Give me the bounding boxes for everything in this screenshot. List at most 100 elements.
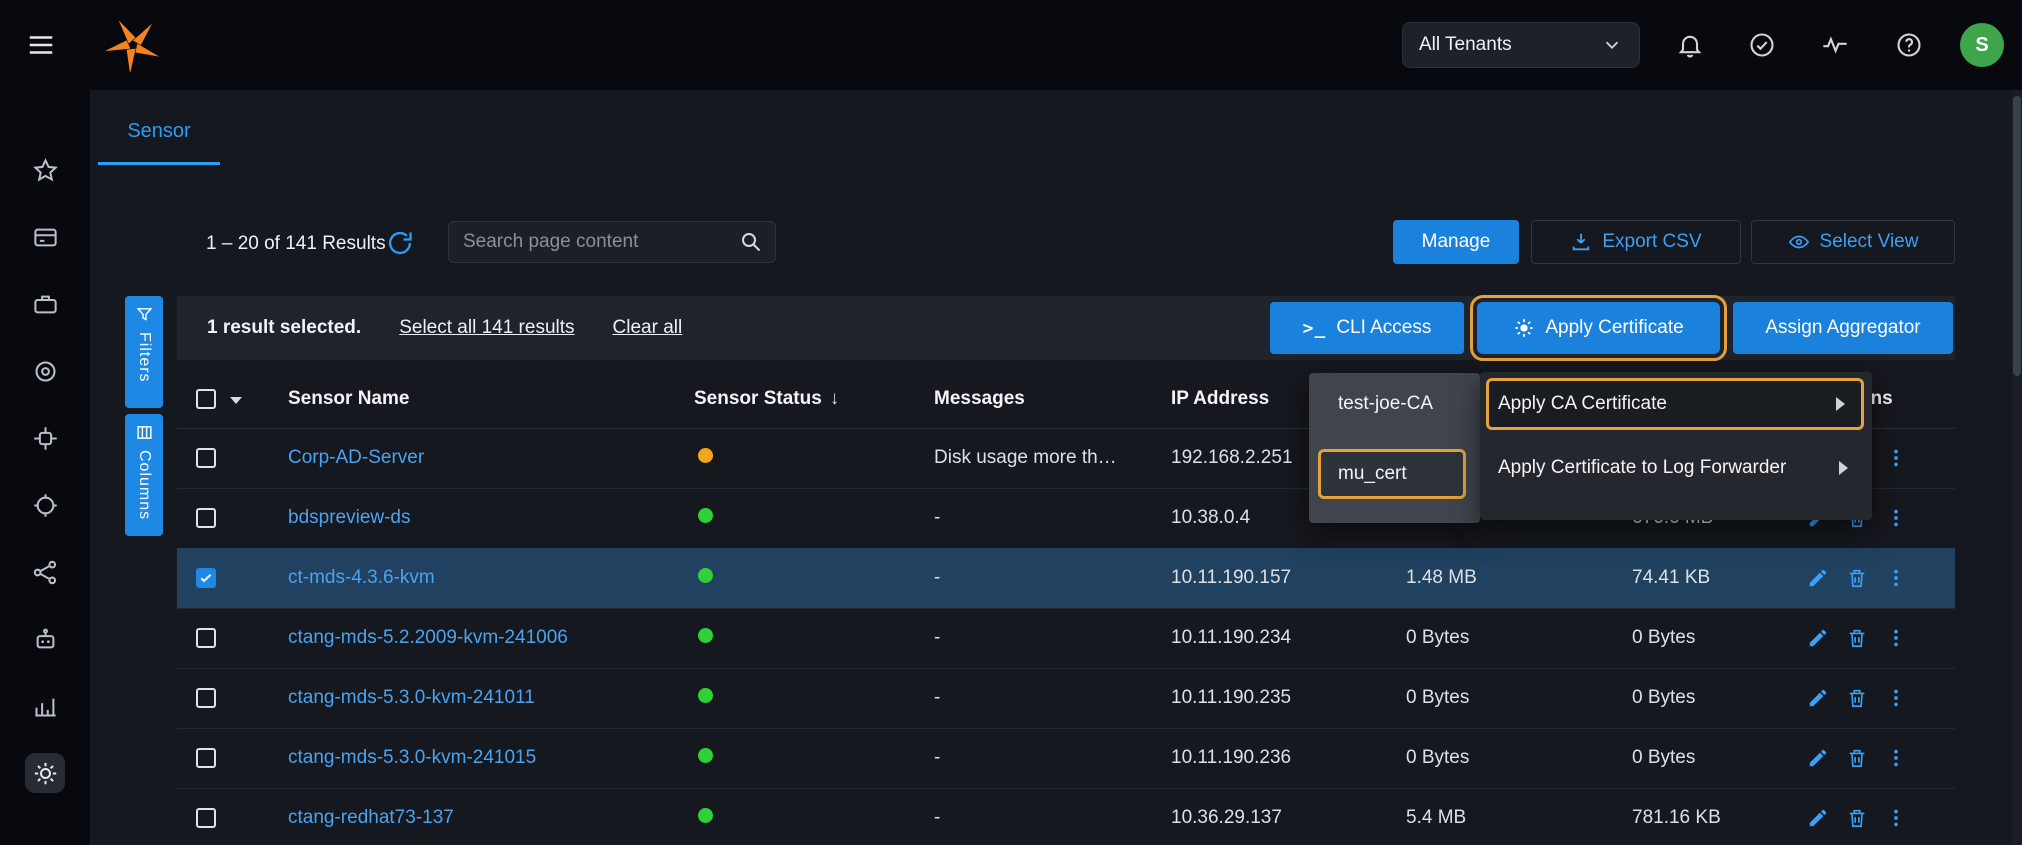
delete-icon[interactable] [1845, 806, 1869, 830]
eye-icon [1788, 231, 1810, 253]
select-all-checkbox[interactable] [196, 389, 216, 409]
assign-aggregator-label: Assign Aggregator [1765, 317, 1920, 339]
ip-cell: 10.11.190.234 [1171, 627, 1291, 649]
menu-icon[interactable] [22, 27, 60, 63]
delete-icon[interactable] [1845, 566, 1869, 590]
sensor-name-link[interactable]: ctang-mds-5.3.0-kvm-241015 [288, 747, 536, 769]
more-actions-icon[interactable] [1884, 446, 1908, 470]
sensor-name-link[interactable]: ctang-mds-5.3.0-kvm-241011 [288, 687, 535, 709]
health-check-icon[interactable] [1744, 27, 1780, 63]
checkbox-menu-caret[interactable] [230, 397, 242, 404]
apply-certificate-button[interactable]: Apply Certificate [1477, 302, 1720, 354]
vertical-scrollbar[interactable] [2012, 90, 2022, 845]
status-dot [698, 628, 713, 643]
search-box[interactable] [448, 221, 776, 263]
sensor-name-link[interactable]: ct-mds-4.3.6-kvm [288, 567, 435, 589]
header-ip-address[interactable]: IP Address [1171, 388, 1269, 410]
scrollbar-thumb[interactable] [2013, 96, 2021, 376]
submenu-item-mu-cert[interactable]: mu_cert [1318, 449, 1466, 499]
brand-logo[interactable] [106, 18, 160, 72]
download-icon [1570, 231, 1592, 253]
tenant-selector[interactable]: All Tenants [1402, 22, 1640, 68]
edit-icon[interactable] [1806, 626, 1830, 650]
menu-item-apply-ca-certificate[interactable]: Apply CA Certificate [1486, 378, 1864, 430]
sensor-name-link[interactable]: bdspreview-ds [288, 507, 411, 529]
manage-button[interactable]: Manage [1393, 220, 1519, 264]
filters-tab[interactable]: Filters [125, 296, 163, 408]
export-csv-button[interactable]: Export CSV [1531, 220, 1741, 264]
detections-icon[interactable] [25, 351, 65, 391]
row-checkbox[interactable] [196, 688, 216, 708]
more-actions-icon[interactable] [1884, 806, 1908, 830]
sensor-name-link[interactable]: Corp-AD-Server [288, 447, 424, 469]
header-sensor-status[interactable]: Sensor Status↓ [694, 388, 839, 410]
more-actions-icon[interactable] [1884, 626, 1908, 650]
notifications-icon[interactable] [1672, 27, 1708, 63]
table-row[interactable]: ct-mds-4.3.6-kvm - 10.11.190.157 1.48 MB… [177, 548, 1955, 609]
sort-descending-icon[interactable]: ↓ [830, 388, 840, 409]
search-input[interactable] [461, 230, 731, 254]
certificate-seal-icon [1513, 317, 1535, 339]
search-icon[interactable] [739, 230, 763, 254]
settings-gear-icon[interactable] [25, 753, 65, 793]
columns-tab[interactable]: Columns [125, 414, 163, 536]
header-messages-label: Messages [934, 388, 1025, 409]
ip-cell: 10.36.29.137 [1171, 807, 1282, 829]
license-card-icon[interactable] [25, 217, 65, 257]
row-checkbox[interactable] [196, 568, 216, 588]
edit-icon[interactable] [1806, 806, 1830, 830]
delete-icon[interactable] [1845, 686, 1869, 710]
app-window: All Tenants S [0, 0, 2022, 845]
table-row[interactable]: ctang-redhat73-137 - 10.36.29.137 5.4 MB… [177, 788, 1955, 845]
table-row[interactable]: ctang-mds-5.3.0-kvm-241015 - 10.11.190.2… [177, 728, 1955, 789]
ai-chip-icon[interactable] [25, 418, 65, 458]
cli-access-button[interactable]: >_ CLI Access [1270, 302, 1464, 354]
user-avatar[interactable]: S [1960, 23, 2004, 67]
select-view-label: Select View [1820, 231, 1919, 253]
results-summary: 1 – 20 of 141 Results [206, 233, 386, 255]
help-icon[interactable] [1891, 27, 1927, 63]
target-icon[interactable] [25, 485, 65, 525]
row-checkbox[interactable] [196, 748, 216, 768]
edit-icon[interactable] [1806, 746, 1830, 770]
header-messages[interactable]: Messages [934, 388, 1025, 410]
row-checkbox[interactable] [196, 808, 216, 828]
table-row[interactable]: ctang-mds-5.3.0-kvm-241011 - 10.11.190.2… [177, 668, 1955, 729]
menu-item-apply-certificate-log-forwarder[interactable]: Apply Certificate to Log Forwarder [1486, 442, 1864, 494]
header-sensor-name[interactable]: Sensor Name [288, 388, 409, 410]
row-checkbox[interactable] [196, 448, 216, 468]
select-all-link[interactable]: Select all 141 results [399, 317, 574, 339]
sensor-name-link[interactable]: ctang-mds-5.2.2009-kvm-241006 [288, 627, 568, 649]
select-view-button[interactable]: Select View [1751, 220, 1955, 264]
sensor-name-link[interactable]: ctang-redhat73-137 [288, 807, 454, 829]
row-checkbox[interactable] [196, 628, 216, 648]
delete-icon[interactable] [1845, 626, 1869, 650]
activity-icon[interactable] [1817, 27, 1853, 63]
table-row[interactable]: ctang-mds-5.2.2009-kvm-241006 - 10.11.19… [177, 608, 1955, 669]
message-cell: - [934, 567, 940, 589]
favorites-icon[interactable] [25, 150, 65, 190]
row-checkbox[interactable] [196, 508, 216, 528]
refresh-icon[interactable] [386, 229, 414, 257]
edit-icon[interactable] [1806, 566, 1830, 590]
clear-all-link[interactable]: Clear all [613, 317, 683, 339]
tab-sensor[interactable]: Sensor [98, 100, 220, 165]
more-actions-icon[interactable] [1884, 746, 1908, 770]
automation-robot-icon[interactable] [25, 619, 65, 659]
edit-icon[interactable] [1806, 686, 1830, 710]
submenu-item-test-joe-ca[interactable]: test-joe-CA [1318, 382, 1466, 426]
reports-chart-icon[interactable] [25, 686, 65, 726]
cases-icon[interactable] [25, 284, 65, 324]
ip-cell: 192.168.2.251 [1171, 447, 1293, 469]
connections-icon[interactable] [25, 552, 65, 592]
delete-icon[interactable] [1845, 746, 1869, 770]
assign-aggregator-button[interactable]: Assign Aggregator [1733, 302, 1953, 354]
status-dot [698, 688, 713, 703]
more-actions-icon[interactable] [1884, 506, 1908, 530]
message-cell: - [934, 807, 940, 829]
header-ip-address-label: IP Address [1171, 388, 1269, 409]
more-actions-icon[interactable] [1884, 566, 1908, 590]
selection-bar: 1 result selected. Select all 141 result… [177, 296, 1955, 360]
more-actions-icon[interactable] [1884, 686, 1908, 710]
certificate-submenu: test-joe-CA mu_cert [1309, 373, 1480, 523]
